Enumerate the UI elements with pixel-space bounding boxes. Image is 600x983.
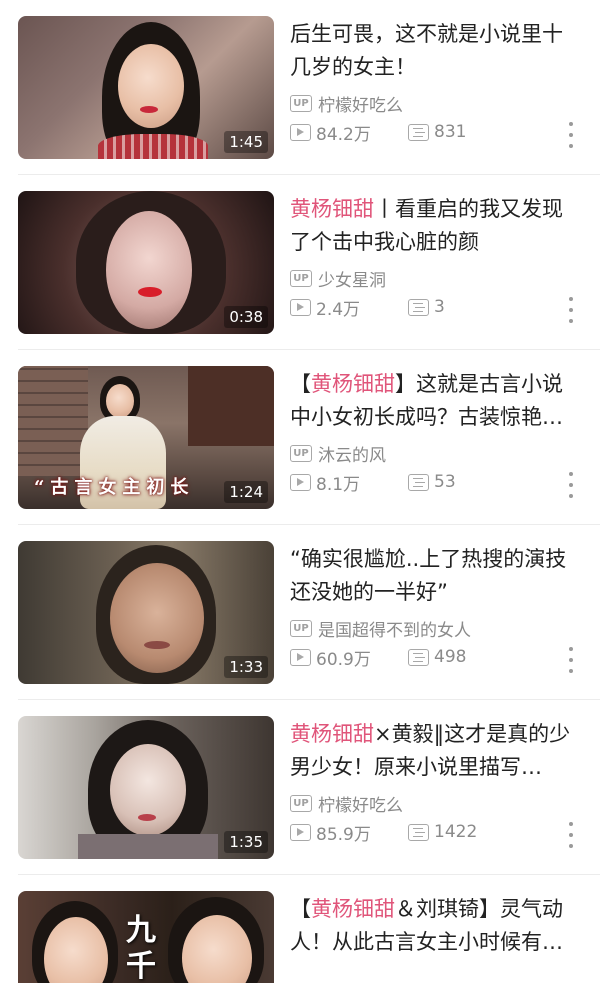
up-badge-icon: UP: [290, 794, 312, 812]
highlighted-keyword: 黄杨钿甜: [290, 197, 374, 221]
play-icon: [290, 823, 311, 841]
video-thumbnail[interactable]: 0:38: [18, 191, 274, 334]
video-title[interactable]: 黄杨钿甜×黄毅‖这才是真的少男少女！原来小说里描写…: [290, 718, 580, 784]
play-icon: [290, 648, 311, 666]
thumbnail-caption: “古言女主初长: [34, 477, 195, 498]
view-count: 8.1万: [290, 470, 360, 495]
video-card[interactable]: 1:35 黄杨钿甜×黄毅‖这才是真的少男少女！原来小说里描写… UP 柠檬好吃么…: [0, 700, 600, 875]
uploader-row[interactable]: UP 沐云的风: [290, 441, 386, 466]
uploader-name: 沐云的风: [318, 445, 386, 466]
video-duration: 0:38: [224, 306, 268, 328]
video-feed: 1:45 后生可畏，这不就是小说里十几岁的女主！ UP 柠檬好吃么 84.2万 …: [0, 0, 600, 983]
up-badge-icon: UP: [290, 269, 312, 287]
video-title[interactable]: 黄杨钿甜丨看重启的我又发现了个击中我心脏的颜: [290, 193, 580, 259]
more-options-icon[interactable]: [566, 472, 576, 498]
video-duration: 1:35: [224, 831, 268, 853]
uploader-name: 柠檬好吃么: [318, 795, 403, 816]
danmaku-count: 831: [408, 122, 466, 142]
highlighted-keyword: 黄杨钿甜: [290, 722, 374, 746]
video-card[interactable]: 1:33 “确实很尴尬..上了热搜的演技还没她的一半好” UP 是国超得不到的女…: [0, 525, 600, 700]
uploader-row[interactable]: UP 是国超得不到的女人: [290, 616, 471, 641]
play-icon: [290, 298, 311, 316]
danmaku-list-icon: [408, 473, 429, 491]
play-icon: [290, 123, 311, 141]
play-icon: [290, 473, 311, 491]
thumbnail-caption: 九千岁: [126, 913, 156, 983]
danmaku-count: 53: [408, 472, 456, 492]
video-thumbnail[interactable]: 九千岁: [18, 891, 274, 983]
video-duration: 1:33: [224, 656, 268, 678]
stats-row: 84.2万 831: [290, 119, 466, 145]
video-title[interactable]: 【黄杨钿甜】这就是古言小说中小女初长成吗？古装惊艳到…: [290, 368, 580, 434]
up-badge-icon: UP: [290, 619, 312, 637]
video-duration: 1:45: [224, 131, 268, 153]
video-title[interactable]: 【黄杨钿甜＆刘琪锜】灵气动人！从此古言女主小时候有…: [290, 893, 580, 959]
video-card[interactable]: “古言女主初长 1:24 【黄杨钿甜】这就是古言小说中小女初长成吗？古装惊艳到……: [0, 350, 600, 525]
stats-row: 60.9万 498: [290, 644, 466, 670]
video-title[interactable]: “确实很尴尬..上了热搜的演技还没她的一半好”: [290, 543, 580, 609]
more-options-icon[interactable]: [566, 297, 576, 323]
danmaku-count: 498: [408, 647, 466, 667]
uploader-name: 是国超得不到的女人: [318, 620, 471, 641]
uploader-row[interactable]: UP 少女星洞: [290, 266, 386, 291]
video-thumbnail[interactable]: 1:35: [18, 716, 274, 859]
more-options-icon[interactable]: [566, 822, 576, 848]
video-card[interactable]: 九千岁 【黄杨钿甜＆刘琪锜】灵气动人！从此古言女主小时候有…: [0, 875, 600, 983]
video-thumbnail[interactable]: 1:45: [18, 16, 274, 159]
stats-row: 2.4万 3: [290, 294, 445, 320]
danmaku-list-icon: [408, 823, 429, 841]
danmaku-list-icon: [408, 648, 429, 666]
stats-row: 85.9万 1422: [290, 819, 477, 845]
view-count: 2.4万: [290, 295, 360, 320]
danmaku-count: 3: [408, 297, 445, 317]
highlighted-keyword: 黄杨钿甜: [311, 897, 395, 921]
video-title[interactable]: 后生可畏，这不就是小说里十几岁的女主！: [290, 18, 580, 84]
video-thumbnail[interactable]: “古言女主初长 1:24: [18, 366, 274, 509]
uploader-row[interactable]: UP 柠檬好吃么: [290, 91, 403, 116]
uploader-name: 柠檬好吃么: [318, 95, 403, 116]
uploader-name: 少女星洞: [318, 270, 386, 291]
video-thumbnail[interactable]: 1:33: [18, 541, 274, 684]
view-count: 85.9万: [290, 820, 371, 845]
more-options-icon[interactable]: [566, 647, 576, 673]
uploader-row[interactable]: UP 柠檬好吃么: [290, 791, 403, 816]
view-count: 84.2万: [290, 120, 371, 145]
video-card[interactable]: 0:38 黄杨钿甜丨看重启的我又发现了个击中我心脏的颜 UP 少女星洞 2.4万…: [0, 175, 600, 350]
danmaku-list-icon: [408, 123, 429, 141]
danmaku-list-icon: [408, 298, 429, 316]
video-duration: 1:24: [224, 481, 268, 503]
highlighted-keyword: 黄杨钿甜: [311, 372, 395, 396]
up-badge-icon: UP: [290, 444, 312, 462]
view-count: 60.9万: [290, 645, 371, 670]
stats-row: 8.1万 53: [290, 469, 456, 495]
up-badge-icon: UP: [290, 94, 312, 112]
video-card[interactable]: 1:45 后生可畏，这不就是小说里十几岁的女主！ UP 柠檬好吃么 84.2万 …: [0, 0, 600, 175]
more-options-icon[interactable]: [566, 122, 576, 148]
danmaku-count: 1422: [408, 822, 477, 842]
